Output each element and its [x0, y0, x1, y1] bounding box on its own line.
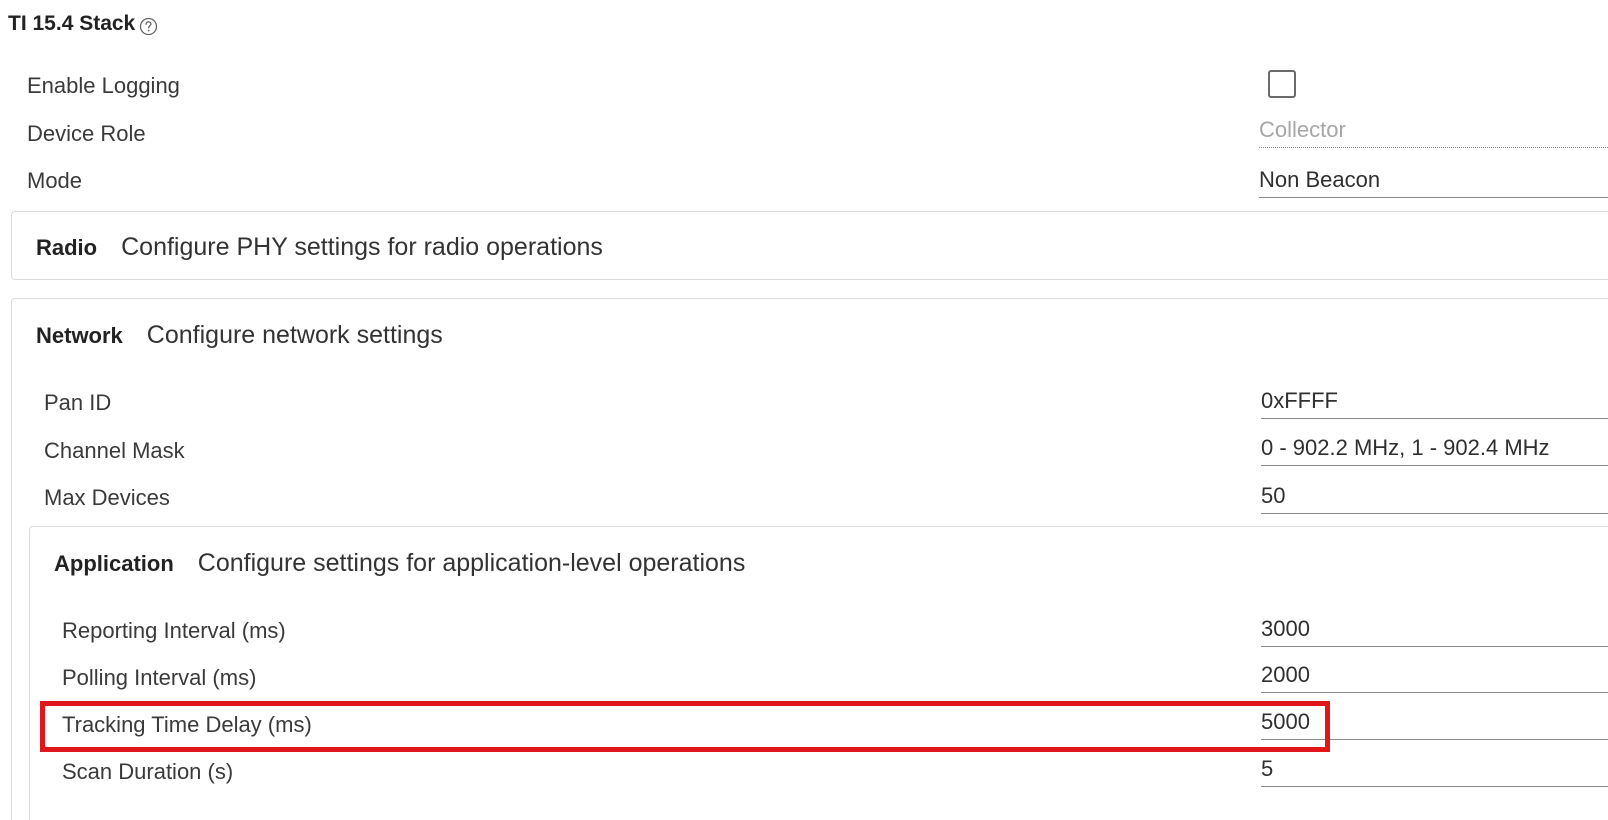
max-devices-row: Max Devices [44, 478, 170, 518]
enable-logging-label: Enable Logging [27, 73, 180, 98]
application-section-description: Configure settings for application-level… [197, 549, 746, 577]
network-section-header[interactable]: Network Configure network settings [36, 321, 443, 350]
highlight-box [40, 701, 1330, 752]
reporting-interval-input[interactable]: 3000 [1261, 613, 1608, 647]
channel-mask-select[interactable]: 0 - 902.2 MHz, 1 - 902.4 MHz [1261, 432, 1608, 466]
scan-duration-label: Scan Duration (s) [62, 759, 234, 784]
mode-label: Mode [27, 168, 83, 193]
pan-id-label: Pan ID [44, 390, 112, 415]
mode-select[interactable]: Non Beacon [1259, 164, 1608, 198]
polling-interval-input[interactable]: 2000 [1261, 659, 1608, 693]
scan-duration-row: Scan Duration (s) [62, 752, 233, 792]
application-section-header[interactable]: Application Configure settings for appli… [54, 549, 745, 578]
network-section-name: Network [36, 323, 123, 348]
pan-id-row: Pan ID [44, 383, 111, 423]
pan-id-input[interactable]: 0xFFFF [1261, 385, 1608, 419]
radio-section-header[interactable]: Radio Configure PHY settings for radio o… [36, 233, 603, 262]
mode-row: Mode [27, 161, 82, 201]
help-icon[interactable] [139, 17, 158, 36]
reporting-interval-row: Reporting Interval (ms) [62, 611, 286, 651]
page-title-text: TI 15.4 Stack [8, 12, 136, 35]
reporting-interval-label: Reporting Interval (ms) [62, 618, 286, 643]
enable-logging-row: Enable Logging [27, 66, 180, 106]
page-title: TI 15.4 Stack [8, 12, 158, 36]
application-section-name: Application [54, 551, 174, 576]
enable-logging-checkbox[interactable] [1268, 70, 1296, 98]
polling-interval-row: Polling Interval (ms) [62, 658, 256, 698]
radio-section-description: Configure PHY settings for radio operati… [121, 233, 603, 261]
scan-duration-input[interactable]: 5 [1261, 753, 1608, 787]
channel-mask-label: Channel Mask [44, 438, 185, 463]
polling-interval-label: Polling Interval (ms) [62, 665, 257, 690]
device-role-field: Collector [1259, 114, 1608, 148]
radio-section-name: Radio [36, 235, 98, 260]
network-section-description: Configure network settings [146, 321, 443, 349]
device-role-row: Device Role [27, 114, 146, 154]
max-devices-label: Max Devices [44, 485, 170, 510]
channel-mask-row: Channel Mask [44, 431, 185, 471]
max-devices-input[interactable]: 50 [1261, 480, 1608, 514]
device-role-label: Device Role [27, 121, 146, 146]
